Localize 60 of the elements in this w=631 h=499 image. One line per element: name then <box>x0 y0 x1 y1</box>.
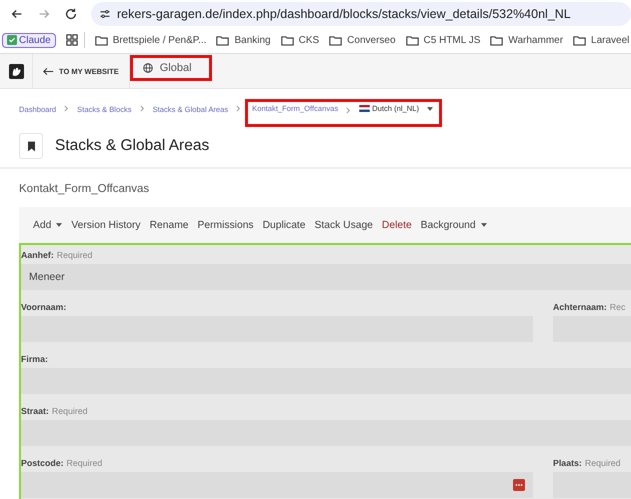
input-field[interactable] <box>21 368 631 394</box>
site-selector[interactable]: Global <box>132 58 202 78</box>
apps-grid-icon[interactable] <box>66 34 78 46</box>
bookmark-icon <box>28 140 34 152</box>
folder-icon <box>573 34 586 46</box>
bookmark-folder[interactable]: CKS <box>280 34 320 46</box>
globe-icon <box>142 63 153 73</box>
input-field[interactable] <box>21 316 533 342</box>
required-hint: Required <box>52 406 88 416</box>
chevron-icon <box>346 107 352 114</box>
folder-icon <box>329 34 342 46</box>
arrow-left-icon <box>43 66 54 76</box>
caret-icon <box>56 223 62 227</box>
menu-item[interactable]: Rename <box>150 220 188 230</box>
field-label: Aanhef: <box>21 250 54 260</box>
menu-item[interactable]: Permissions <box>198 220 254 230</box>
page-title: Stacks & Global Areas <box>55 137 210 155</box>
logo-icon[interactable] <box>8 64 24 78</box>
folder-icon <box>280 34 294 46</box>
chevron-icon <box>64 105 70 112</box>
bookmark-folder[interactable]: Brettspiele / Pen&P... <box>94 34 206 46</box>
flag-icon <box>359 105 370 112</box>
required-hint: Rec <box>610 302 626 312</box>
field-label: Voornaam: <box>21 302 66 312</box>
folder-icon <box>406 34 419 46</box>
input-field[interactable] <box>21 472 533 498</box>
menu-item[interactable]: Version History <box>71 220 141 230</box>
address-bar[interactable]: rekers-garagen.de/index.php/dashboard/blocks/stacks/view_details/532%40nl_NL <box>91 2 631 26</box>
chevron-icon <box>236 105 242 112</box>
menu-item[interactable]: Add <box>33 220 62 230</box>
bookmark-folder[interactable]: Warhammer <box>490 34 564 46</box>
menu-item[interactable]: Duplicate <box>262 220 306 230</box>
folder-icon <box>490 34 504 46</box>
bookmark-folder[interactable]: C5 HTML JS <box>406 34 480 46</box>
password-manager-icon[interactable] <box>513 479 525 491</box>
input-field[interactable]: Meneer <box>21 264 631 290</box>
required-hint: Required <box>56 250 92 260</box>
reload-icon[interactable] <box>64 6 78 20</box>
bookmark-folder[interactable]: Banking <box>216 34 271 46</box>
chevron-icon <box>140 105 145 112</box>
checkmark-icon <box>7 35 17 45</box>
field-label: Achternaam: <box>553 302 607 312</box>
bookmark-folder[interactable]: Laraveel <box>573 34 630 46</box>
field-label: Firma: <box>21 354 48 364</box>
caret-icon <box>480 223 487 227</box>
folder-icon <box>94 34 108 46</box>
field-label: Plaats: <box>553 458 582 468</box>
required-hint: Required <box>66 458 102 468</box>
menu-item[interactable]: Stack Usage <box>314 220 373 230</box>
input-field[interactable] <box>21 420 631 446</box>
bookmark-chip[interactable]: Claude <box>2 32 56 48</box>
menu-item[interactable]: Background <box>420 220 487 230</box>
field-label: Straat: <box>21 406 49 416</box>
required-hint: Required <box>584 458 621 468</box>
stack-name: Kontakt_Form_Offcanvas <box>18 182 150 197</box>
bookmark-folder[interactable]: Converseo <box>329 34 396 46</box>
field-label: Postcode: <box>21 458 64 468</box>
folder-icon <box>216 34 230 46</box>
caret-icon <box>427 106 433 110</box>
menu-item[interactable]: Delete <box>382 220 412 230</box>
